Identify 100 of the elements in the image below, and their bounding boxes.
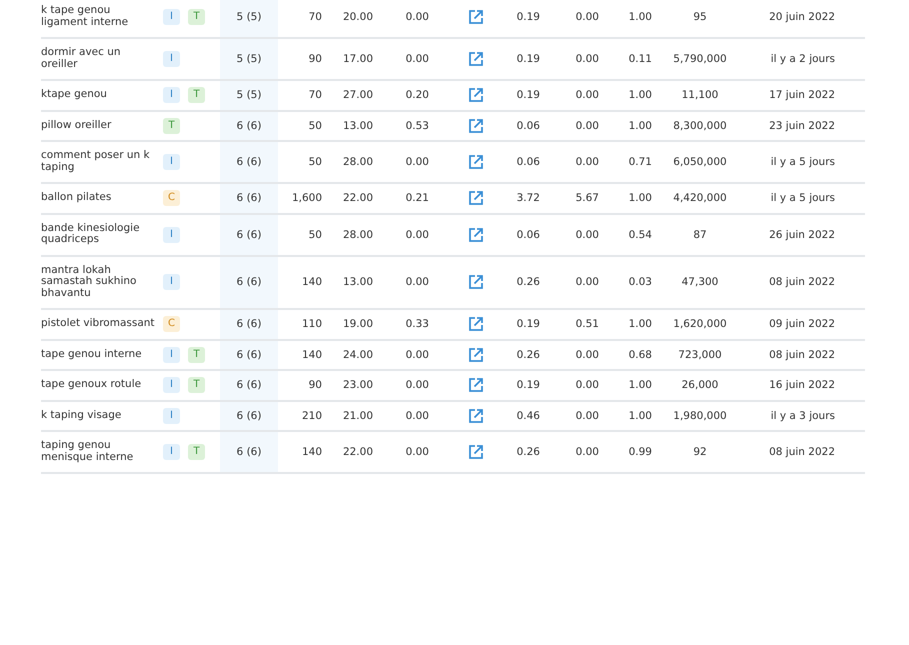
table-cell: 19.00 <box>342 318 373 330</box>
table-cell: 87 <box>693 228 707 240</box>
table-cell: 0.53 <box>406 120 429 132</box>
external-link-icon[interactable] <box>468 226 484 242</box>
keyword-text: taping genou menisque interne <box>41 440 134 463</box>
external-link-icon[interactable] <box>468 9 484 25</box>
table-cell: 140 <box>302 446 322 458</box>
table-cell: 0.00 <box>576 228 599 240</box>
table-cell: il y a 2 jours <box>770 53 835 65</box>
intent-badge: I <box>163 346 180 363</box>
table-cell: 0.20 <box>406 89 429 102</box>
table-cell: 95 <box>693 11 707 23</box>
table-cell: 1,620,000 <box>673 318 727 330</box>
keyword-text: mantra lokah samastah sukhino bhavantu <box>41 264 138 299</box>
external-link-icon[interactable] <box>468 274 484 290</box>
table-cell: 0.03 <box>628 276 652 288</box>
table-cell: 17 juin 2022 <box>769 89 835 102</box>
table-cell: 0.46 <box>516 410 540 422</box>
table-cell: 0.19 <box>516 318 540 330</box>
table-cell: 09 juin 2022 <box>769 318 835 330</box>
keyword-text: ballon pilates <box>41 192 112 204</box>
table-cell: 6 (6) <box>236 446 262 458</box>
table-cell: 6 (6) <box>236 379 262 392</box>
table-cell: 50 <box>308 228 322 240</box>
intent-badge: I <box>163 408 180 424</box>
table-cell: 28.00 <box>342 156 373 168</box>
table-cell: 0.00 <box>406 228 429 240</box>
table-cell: 22.00 <box>342 446 373 458</box>
table-cell: 6 (6) <box>236 120 262 132</box>
keyword-text: dormir avec un oreiller <box>41 47 122 70</box>
table-cell: 0.00 <box>406 348 429 361</box>
external-link-icon[interactable] <box>468 444 484 460</box>
keyword-text: k taping visage <box>41 410 122 421</box>
table-cell: 0.00 <box>576 410 599 422</box>
table-cell: 1,980,000 <box>673 410 727 422</box>
table-cell: il y a 3 jours <box>770 410 835 422</box>
table-cell: 90 <box>308 53 322 65</box>
table-cell: 0.00 <box>406 410 429 422</box>
table-cell: 8,300,000 <box>673 120 727 132</box>
table-cell: 21.00 <box>342 410 373 422</box>
external-link-icon[interactable] <box>468 346 484 363</box>
table-cell: 70 <box>308 11 322 23</box>
table-cell: 0.00 <box>576 120 599 132</box>
table-cell: 50 <box>308 156 322 168</box>
table-cell: 6 (6) <box>236 192 262 204</box>
intent-badge: I <box>163 87 180 104</box>
table-cell: 5 (5) <box>236 89 262 102</box>
table-cell: 26,000 <box>682 379 718 392</box>
keyword-text: bande kinesiologie quadriceps <box>41 222 141 246</box>
table-cell: 0.99 <box>628 446 652 458</box>
keyword-text: comment poser un k taping <box>41 150 151 173</box>
intent-badge: I <box>163 226 180 242</box>
external-link-icon[interactable] <box>468 316 484 332</box>
external-link-icon[interactable] <box>468 154 484 170</box>
external-link-icon[interactable] <box>468 118 484 134</box>
table-cell: 16 juin 2022 <box>769 379 835 392</box>
table-cell: 23 juin 2022 <box>769 120 835 132</box>
table-cell: 0.19 <box>516 89 540 102</box>
table-cell: 0.00 <box>576 379 599 392</box>
external-link-icon[interactable] <box>468 377 484 394</box>
table-cell: 1.00 <box>628 120 652 132</box>
table-cell: 140 <box>302 276 322 288</box>
table-cell: 140 <box>302 348 322 361</box>
table-cell: 0.33 <box>406 318 429 330</box>
external-link-icon[interactable] <box>468 408 484 424</box>
external-link-icon[interactable] <box>468 190 484 206</box>
table-cell: 5,790,000 <box>673 53 727 65</box>
intent-badge: C <box>163 316 180 332</box>
table-cell: 0.00 <box>406 276 429 288</box>
table-cell: 0.11 <box>628 53 652 65</box>
table-cell: 20.00 <box>342 11 373 23</box>
keyword-text: k tape genou ligament interne <box>41 5 130 28</box>
keyword-text: pillow oreiller <box>41 120 112 131</box>
table-cell: 0.19 <box>516 379 540 392</box>
table-cell: 0.00 <box>576 11 599 23</box>
intent-badge: I <box>163 154 180 170</box>
table-cell: 13.00 <box>342 120 373 132</box>
table-cell: 92 <box>693 446 707 458</box>
table-cell: 24.00 <box>342 348 373 361</box>
table-cell: 3.72 <box>516 192 540 204</box>
table-cell: 723,000 <box>678 348 722 361</box>
table-cell: 1.00 <box>628 89 652 102</box>
table-cell: 6,050,000 <box>673 156 727 168</box>
table-cell: 0.21 <box>406 192 429 204</box>
table-cell: 5 (5) <box>236 53 262 65</box>
table-cell: 0.26 <box>516 446 540 458</box>
table-cell: 0.00 <box>406 11 429 23</box>
table-cell: 08 juin 2022 <box>769 276 835 288</box>
table-cell: 28.00 <box>342 228 373 240</box>
table-cell: 0.00 <box>576 53 599 65</box>
external-link-icon[interactable] <box>468 51 484 67</box>
table-cell: 0.54 <box>628 228 652 240</box>
intent-badge: T <box>188 377 205 394</box>
table-cell: 0.06 <box>516 228 540 240</box>
external-link-icon[interactable] <box>468 87 484 104</box>
table-cell: 0.19 <box>516 11 540 23</box>
keyword-text: ktape genou <box>41 89 107 100</box>
table-cell: 0.00 <box>406 156 429 168</box>
table-cell: 0.00 <box>576 446 599 458</box>
table-cell: 17.00 <box>342 53 373 65</box>
